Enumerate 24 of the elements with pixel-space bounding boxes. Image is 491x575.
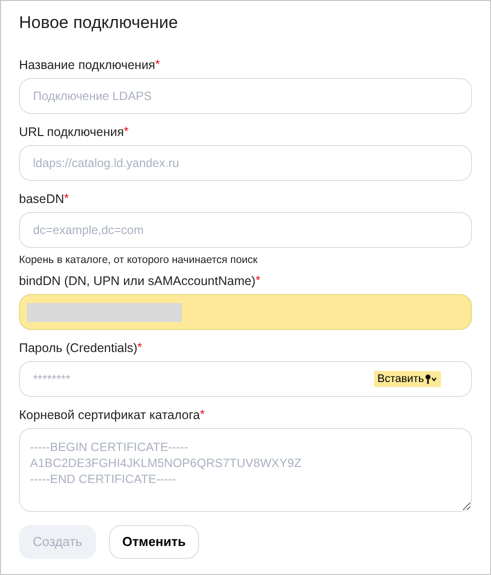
field-label: URL подключения [19,125,124,139]
password-placeholder: ******** [33,371,70,388]
field-label: bindDN (DN, UPN или sAMAccountName) [19,274,256,288]
field-label: baseDN [19,192,64,206]
required-mark: * [256,274,260,286]
field-label: Корневой сертификат каталога [19,408,200,422]
key-icon [425,374,438,384]
paste-button[interactable]: Вставить [374,371,441,387]
input-field[interactable]: ldaps://catalog.ld.yandex.ru [19,145,472,181]
field-label: Пароль (Credentials) [19,341,138,355]
required-mark: * [64,192,69,204]
dialog-title: Новое подключение [19,12,179,34]
certificate-field[interactable]: -----BEGIN CERTIFICATE----- A1BC2DE3FGHI4JKLM5NOP6QRS7TUV8WXY9Z -----END CERTIFICATE----- [19,428,472,512]
cancel-button[interactable]: Отменить [109,525,199,559]
required-mark: * [200,408,205,420]
field-hint: Корень в каталоге, от которого начинается поиск [19,254,259,266]
field-label: Название подключения [19,58,156,72]
input-field[interactable]: dc=example,dc=com [19,212,472,248]
password-field[interactable]: ******** Вставить [19,361,472,397]
input-field[interactable] [19,294,472,330]
input-field[interactable]: Подключение LDAPS [19,78,472,114]
required-mark: * [137,341,142,353]
required-mark: * [124,125,129,137]
required-mark: * [155,58,160,70]
